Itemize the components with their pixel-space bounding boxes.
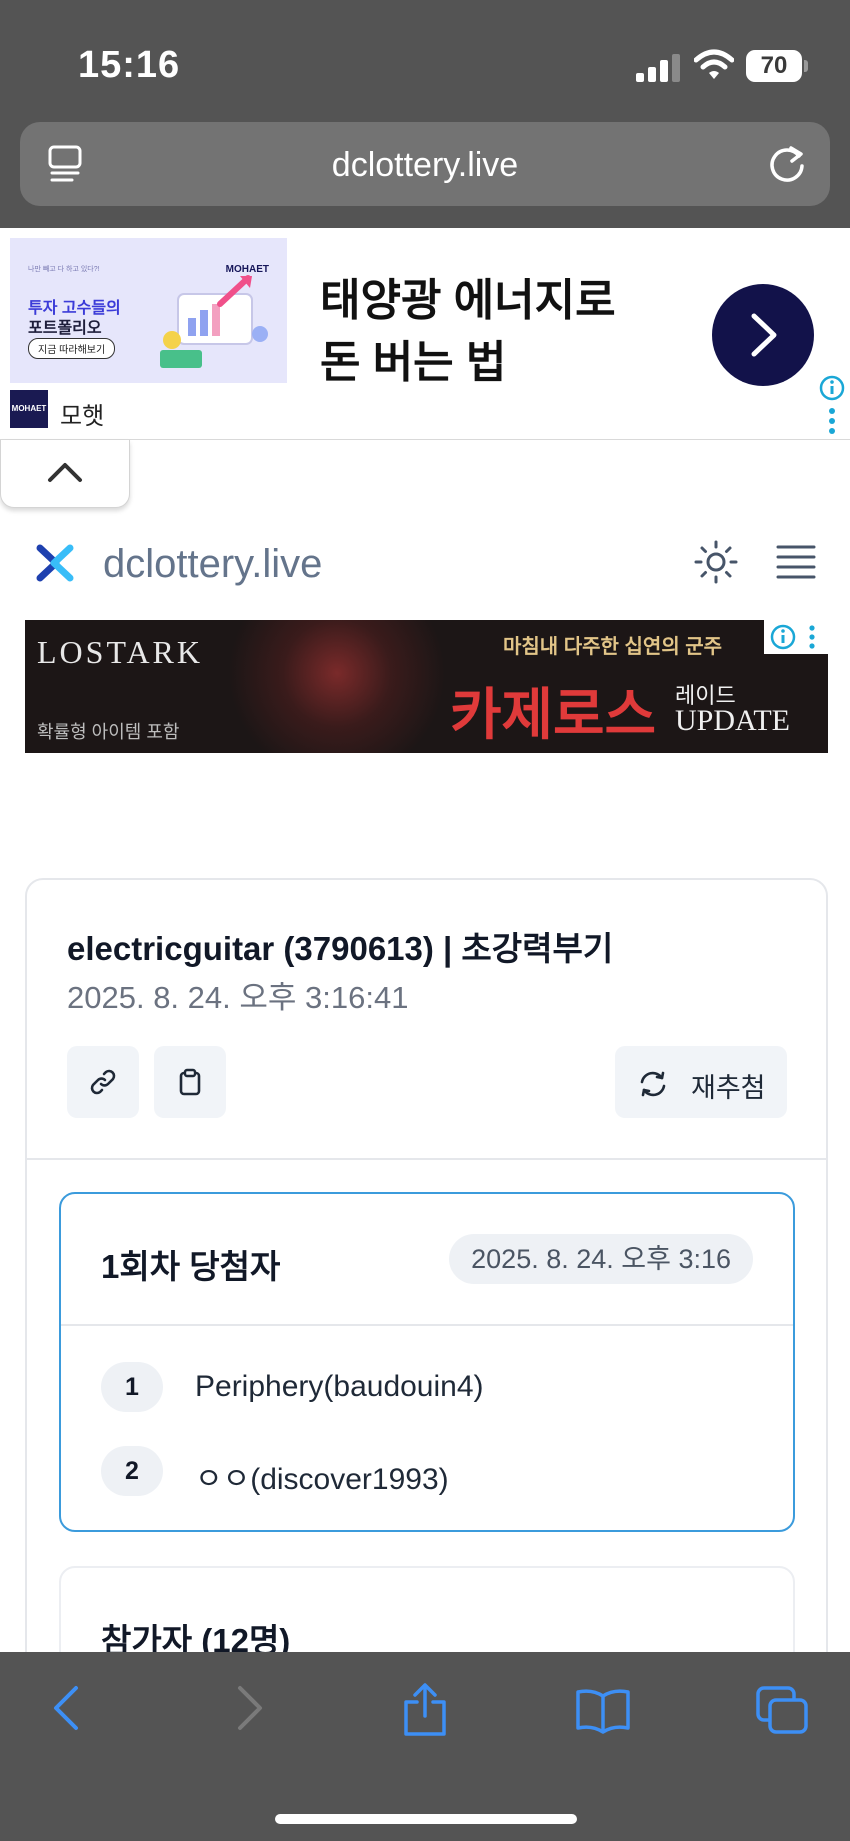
clipboard-icon [179,1068,201,1096]
copy-link-button[interactable] [67,1046,139,1118]
wifi-icon [694,49,734,79]
site-logo-icon[interactable] [36,544,74,582]
home-indicator [275,1814,577,1824]
game-ad-tagline: 마침내 다주한 십연의 군주 [503,636,723,658]
post-title: electricguitar (3790613) | 초강력부기 [67,930,614,967]
forward-icon[interactable] [232,1682,268,1734]
ad-next-button[interactable] [712,284,814,386]
game-ad-main-text: 카제로스 [450,683,657,746]
rank-badge: 2 [101,1446,163,1496]
status-time: 15:16 [78,44,181,86]
redraw-button-label: 재추첨 [691,1073,766,1103]
ad-headline[interactable]: 태양광 에너지로 돈 버는 법 [320,270,620,394]
browser-address-area: dclottery.live [0,120,850,228]
ad-headline-line-1: 태양광 에너지로 [320,276,616,325]
ad-info-icon[interactable] [770,624,824,650]
bookmarks-icon[interactable] [574,1688,632,1734]
divider [27,1158,826,1160]
menu-icon[interactable] [776,543,816,581]
winners-heading: 1회차 당첨자 [101,1248,281,1285]
address-bar[interactable]: dclottery.live [20,122,830,206]
sun-icon[interactable] [694,540,738,584]
game-ad-update-text: UPDATE [675,704,791,737]
ad-illustration-icon [160,275,268,368]
link-icon [90,1069,116,1095]
redraw-button[interactable]: 재추첨 [615,1046,787,1118]
ad-collapse-button[interactable] [0,440,130,508]
game-ad-caption: 확률형 아이템 포함 [37,722,180,742]
back-icon[interactable] [48,1682,84,1734]
ad-image-headline-2: 포트폴리오 [28,320,102,337]
winners-date-badge: 2025. 8. 24. 오후 3:16 [449,1234,753,1284]
battery-icon: 70 [746,50,808,82]
top-ad-banner[interactable]: 나만 빼고 다 하고 있다?! MOHAET 투자 고수들의 포트폴리오 지금 … [0,228,850,440]
divider [61,1324,793,1326]
chevron-right-icon [751,313,777,357]
chevron-up-icon [48,463,82,482]
winner-name: Periphery(baudouin4) [195,1370,484,1403]
post-datetime: 2025. 8. 24. 오후 3:16:41 [67,980,409,1015]
ad-image-small-text: 나만 빼고 다 하고 있다?! [28,266,100,273]
url-text[interactable]: dclottery.live [20,146,830,185]
winner-name: ㅇㅇ(discover1993) [195,1463,449,1496]
cellular-signal-icon [636,54,680,82]
browser-toolbar [0,1652,850,1841]
site-title[interactable]: dclottery.live [103,542,322,587]
reload-icon[interactable] [766,142,808,184]
share-icon[interactable] [400,1682,450,1738]
game-logo: LOSTARK [37,634,203,670]
ad-choices[interactable] [764,620,828,654]
refresh-icon [640,1071,666,1097]
ad-info-icon[interactable] [818,374,846,438]
rank-badge: 1 [101,1362,163,1412]
ad-artwork [205,620,445,753]
winners-section: 1회차 당첨자 2025. 8. 24. 오후 3:16 1 Periphery… [59,1192,795,1532]
battery-level: 70 [746,50,802,82]
status-bar: 15:16 70 [0,0,850,120]
tabs-icon[interactable] [756,1686,810,1736]
game-ad-banner[interactable]: LOSTARK 확률형 아이템 포함 마침내 다주한 십연의 군주 카제로스 레… [25,620,828,753]
ad-headline-line-2: 돈 버는 법 [320,338,507,387]
ad-image[interactable]: 나만 빼고 다 하고 있다?! MOHAET 투자 고수들의 포트폴리오 지금 … [10,238,287,383]
ad-image-button: 지금 따라해보기 [28,338,116,359]
copy-clipboard-button[interactable] [154,1046,226,1118]
ad-brand-name: 모햇 [60,403,105,430]
ad-brand-logo: MOHAET [10,390,48,428]
